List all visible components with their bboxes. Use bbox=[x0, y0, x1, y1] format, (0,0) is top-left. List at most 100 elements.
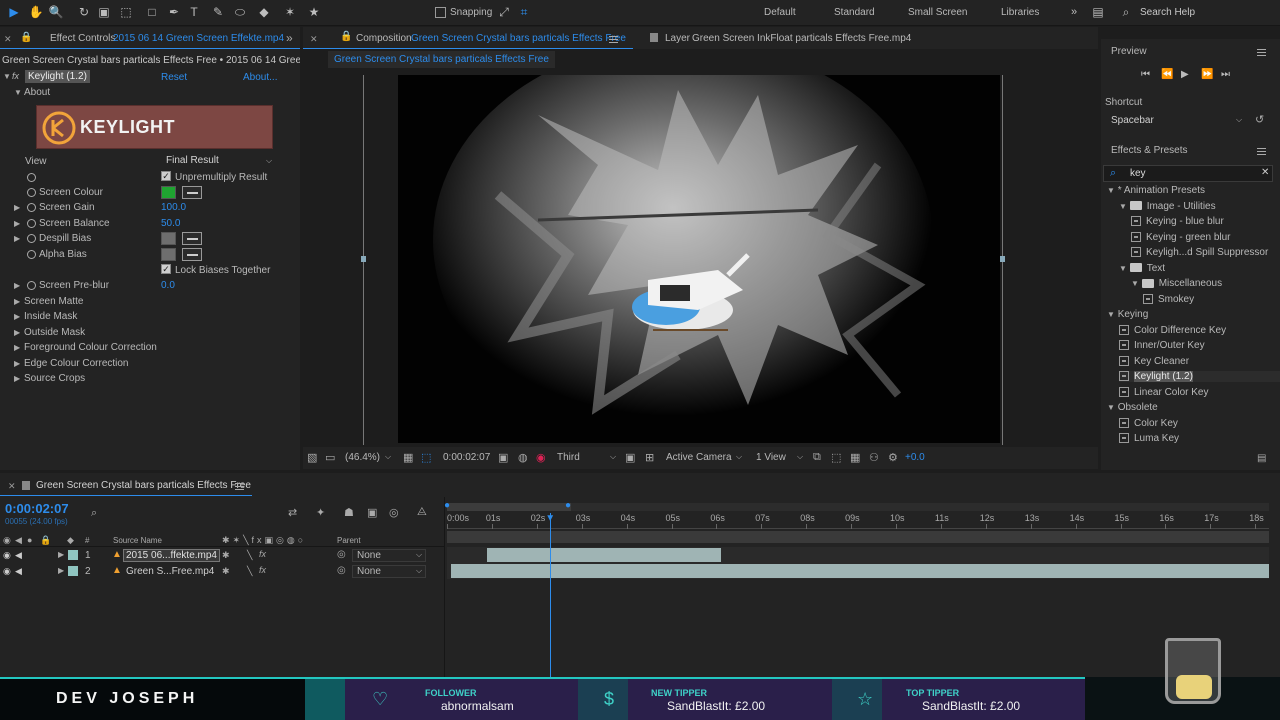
menu-icon[interactable] bbox=[1257, 148, 1266, 155]
frame-blending-icon[interactable]: ▣ bbox=[367, 506, 377, 519]
stopwatch-icon[interactable] bbox=[27, 219, 36, 228]
previous-frame-icon[interactable]: ⏪ bbox=[1161, 69, 1173, 80]
rectangle-tool-icon[interactable]: □ bbox=[144, 4, 160, 20]
stopwatch-icon[interactable] bbox=[27, 234, 36, 243]
eraser-tool-icon[interactable]: ◆ bbox=[256, 4, 272, 20]
camera-dropdown[interactable]: Active Camera bbox=[666, 452, 732, 463]
resolution-dropdown[interactable]: Third bbox=[557, 452, 580, 463]
quality-switch-icon[interactable]: ╲ bbox=[247, 550, 252, 561]
workspace-small-screen[interactable]: Small Screen bbox=[908, 7, 967, 18]
about-link[interactable]: About... bbox=[243, 72, 277, 83]
composition-breadcrumb[interactable]: Green Screen Crystal bars particals Effe… bbox=[328, 51, 555, 68]
toggle-pixel-aspect-icon[interactable]: ⧉ bbox=[813, 451, 821, 464]
clear-search-icon[interactable]: ✕ bbox=[1261, 167, 1269, 178]
effects-tree-item[interactable]: Keylight (1.2) bbox=[1119, 371, 1280, 382]
safe-zones-icon[interactable]: ▦ bbox=[403, 451, 413, 464]
transparency-grid-icon[interactable]: ⊞ bbox=[645, 451, 654, 464]
layer-row[interactable]: ◉ ◀ ▶ 1 ▲ 2015 06...ffekte.mp4 ✱ ╲ fx ◎ … bbox=[0, 548, 444, 564]
eye-icon[interactable]: ◉ bbox=[3, 566, 11, 577]
expand-icon[interactable]: ▶ bbox=[58, 550, 64, 559]
expand-icon[interactable]: ▼ bbox=[1131, 279, 1139, 288]
label-color-swatch[interactable] bbox=[68, 566, 78, 576]
stopwatch-icon[interactable] bbox=[27, 281, 36, 290]
brush-tool-icon[interactable]: ✎ bbox=[210, 4, 226, 20]
snap-grid-icon[interactable]: ⌗ bbox=[516, 4, 532, 20]
composition-viewer[interactable] bbox=[398, 75, 1000, 443]
new-folder-icon[interactable]: ▤ bbox=[1257, 453, 1266, 464]
snap-expand-icon[interactable]: ⤢ bbox=[496, 4, 512, 20]
label-color-swatch[interactable] bbox=[68, 550, 78, 560]
monitor-icon[interactable]: ▭ bbox=[325, 451, 335, 464]
views-dropdown[interactable]: 1 View bbox=[756, 452, 786, 463]
frame-handle[interactable] bbox=[1000, 256, 1005, 262]
show-snapshot-icon[interactable]: ◍ bbox=[518, 451, 528, 464]
effects-tree-item[interactable]: ▼ Image - Utilities bbox=[1119, 201, 1216, 212]
despill-swatch[interactable] bbox=[161, 232, 176, 245]
region-of-interest-icon[interactable]: ⬚ bbox=[421, 451, 431, 464]
expand-icon[interactable]: ▶ bbox=[14, 219, 20, 228]
fx-switch-icon[interactable]: fx bbox=[259, 549, 266, 559]
frame-handle[interactable] bbox=[361, 256, 366, 262]
expand-icon[interactable]: ▼ bbox=[1107, 403, 1115, 412]
pick-whip-icon[interactable]: ◎ bbox=[337, 549, 346, 560]
motion-blur-icon[interactable]: ◎ bbox=[389, 506, 399, 519]
fx-toggle-icon[interactable]: fx bbox=[12, 71, 19, 81]
screen-preblur-value[interactable]: 0.0 bbox=[161, 280, 175, 291]
eyedropper-icon[interactable] bbox=[182, 248, 202, 261]
shortcut-dropdown[interactable]: Spacebar bbox=[1111, 115, 1154, 126]
draft-3d-icon[interactable]: ✦ bbox=[316, 506, 325, 519]
comp-mini-flowchart-icon[interactable]: ⇄ bbox=[288, 506, 297, 519]
navigator-end-handle[interactable]: ● bbox=[565, 500, 571, 511]
expand-icon[interactable]: ▶ bbox=[14, 343, 20, 352]
work-area-thumb[interactable] bbox=[447, 503, 571, 511]
viewer-timecode[interactable]: 0:00:02:07 bbox=[443, 452, 490, 463]
layer-name[interactable]: 2015 06...ffekte.mp4 bbox=[123, 549, 220, 562]
close-tab-icon[interactable]: ✕ bbox=[4, 34, 12, 45]
screen-gain-value[interactable]: 100.0 bbox=[161, 202, 186, 213]
expand-icon[interactable]: ▼ bbox=[1119, 264, 1127, 273]
workspace-standard[interactable]: Standard bbox=[834, 7, 875, 18]
shy-switch-icon[interactable]: ✱ bbox=[222, 566, 230, 577]
view-dropdown[interactable]: Final Result ⌵ bbox=[166, 155, 276, 168]
workspace-default[interactable]: Default bbox=[764, 7, 796, 18]
effect-name[interactable]: Keylight (1.2) bbox=[25, 70, 90, 83]
composition-tab-name[interactable]: Green Screen Crystal bars particals Effe… bbox=[411, 33, 626, 44]
flowchart-icon[interactable]: ⚇ bbox=[869, 451, 879, 464]
screen-colour-swatch[interactable] bbox=[161, 186, 176, 199]
layer-tab-name[interactable]: Green Screen InkFloat particals Effects … bbox=[692, 33, 911, 44]
navigator-start-handle[interactable]: ● bbox=[444, 500, 450, 511]
fit-view-icon[interactable]: ⬚ bbox=[831, 451, 841, 464]
stopwatch-icon[interactable] bbox=[27, 250, 36, 259]
effects-tree-item[interactable]: Key Cleaner bbox=[1119, 356, 1189, 367]
expand-icon[interactable]: ▶ bbox=[14, 374, 20, 383]
effects-tree-item[interactable]: Keyligh...d Spill Suppressor bbox=[1131, 247, 1268, 258]
fx-switch-icon[interactable]: fx bbox=[259, 565, 266, 575]
fast-previews-icon[interactable]: ▣ bbox=[625, 451, 635, 464]
group-row[interactable]: ▶ Edge Colour Correction bbox=[0, 356, 300, 371]
unpremultiply-checkbox[interactable]: ✓ bbox=[161, 171, 175, 182]
stopwatch-icon[interactable] bbox=[27, 173, 36, 182]
screen-balance-value[interactable]: 50.0 bbox=[161, 218, 180, 229]
loop-icon[interactable]: ↺ bbox=[1255, 113, 1264, 126]
zoom-tool-icon[interactable]: 🔍 bbox=[48, 4, 64, 20]
menu-icon[interactable] bbox=[1257, 49, 1266, 56]
layer-tab-prefix[interactable]: Layer bbox=[665, 33, 690, 44]
effects-tree-item[interactable]: ▼ Text bbox=[1119, 263, 1165, 274]
last-frame-icon[interactable]: ⏭ bbox=[1221, 69, 1230, 80]
composition-tab-prefix[interactable]: Composition bbox=[356, 33, 412, 44]
search-icon[interactable]: ⌕ bbox=[91, 507, 97, 520]
lock-icon[interactable]: 🔒 bbox=[20, 32, 34, 44]
group-row[interactable]: ▶ Outside Mask bbox=[0, 325, 300, 340]
effects-tree-item[interactable]: Luma Key bbox=[1119, 433, 1179, 444]
pick-whip-icon[interactable]: ◎ bbox=[337, 565, 346, 576]
snapping-checkbox[interactable] bbox=[435, 7, 446, 18]
about-expand-icon[interactable]: ▼ bbox=[14, 88, 22, 97]
effects-tree-item[interactable]: ▼ Obsolete bbox=[1107, 402, 1158, 413]
roto-brush-tool-icon[interactable]: ✶ bbox=[282, 4, 298, 20]
stopwatch-icon[interactable] bbox=[27, 188, 36, 197]
effects-tree-item[interactable]: ▼ * Animation Presets bbox=[1107, 185, 1205, 196]
effects-tree-item[interactable]: Color Difference Key bbox=[1119, 325, 1226, 336]
effects-tree-item[interactable]: Inner/Outer Key bbox=[1119, 340, 1205, 351]
effects-tree-item[interactable]: ▼ Keying bbox=[1107, 309, 1148, 320]
expand-icon[interactable]: ▶ bbox=[14, 297, 20, 306]
